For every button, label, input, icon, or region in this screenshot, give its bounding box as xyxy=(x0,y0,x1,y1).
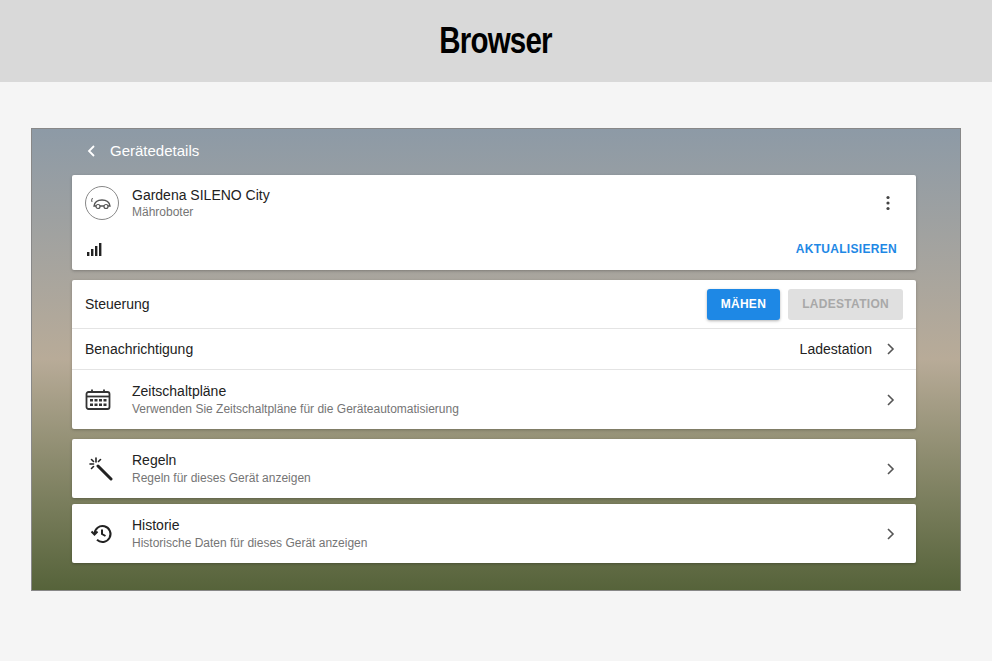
chevron-right-icon xyxy=(882,526,898,542)
mower-icon xyxy=(85,186,119,220)
notification-row[interactable]: BenachrichtigungLadestation xyxy=(72,329,916,370)
chevron-right-icon xyxy=(882,392,898,408)
page-title: Gerätedetails xyxy=(110,140,199,163)
top-banner: Browser xyxy=(0,0,992,82)
banner-title: Browser xyxy=(440,14,552,68)
chevron-right-icon xyxy=(882,341,898,357)
device-card: Gardena SILENO CityMähroboter AKTUALISIER… xyxy=(72,175,916,270)
link-title: Regeln xyxy=(132,451,882,469)
control-button[interactable]: MÄHEN xyxy=(707,289,781,320)
control-card: Steuerung MÄHENLADESTATION Benachrichtigun… xyxy=(72,280,916,429)
control-row: Steuerung MÄHENLADESTATION xyxy=(72,280,916,329)
magic-wand-icon xyxy=(89,457,115,481)
refresh-button[interactable]: AKTUALISIEREN xyxy=(796,240,897,258)
device-name: Gardena SILENO City xyxy=(132,186,885,204)
schedule-title: Zeitschaltpläne xyxy=(132,382,882,400)
history-icon xyxy=(90,522,114,546)
control-label: Steuerung xyxy=(85,294,150,315)
app-frame: Gerätedetails Gardena SILENO CityMährobot… xyxy=(31,128,961,591)
schedule-row[interactable]: ZeitschaltpläneVerwenden Sie Zeitschaltp… xyxy=(72,370,916,429)
schedule-subtitle: Verwenden Sie Zeitschaltpläne für die Ge… xyxy=(132,401,882,417)
link-card[interactable]: RegelnRegeln für dieses Gerät anzeigen xyxy=(72,439,916,498)
signal-icon xyxy=(87,242,103,256)
link-card[interactable]: HistorieHistorische Daten für dieses Ger… xyxy=(72,504,916,563)
notification-value: Ladestation xyxy=(800,339,872,360)
more-icon[interactable] xyxy=(885,195,891,211)
link-title: Historie xyxy=(132,516,882,534)
calendar-icon xyxy=(85,389,111,411)
link-subtitle: Historische Daten für dieses Gerät anzei… xyxy=(132,535,882,551)
device-type: Mähroboter xyxy=(132,204,885,220)
link-subtitle: Regeln für dieses Gerät anzeigen xyxy=(132,470,882,486)
notification-label: Benachrichtigung xyxy=(85,339,800,360)
chevron-right-icon xyxy=(882,461,898,477)
control-button: LADESTATION xyxy=(788,289,903,320)
back-icon[interactable] xyxy=(86,144,98,158)
